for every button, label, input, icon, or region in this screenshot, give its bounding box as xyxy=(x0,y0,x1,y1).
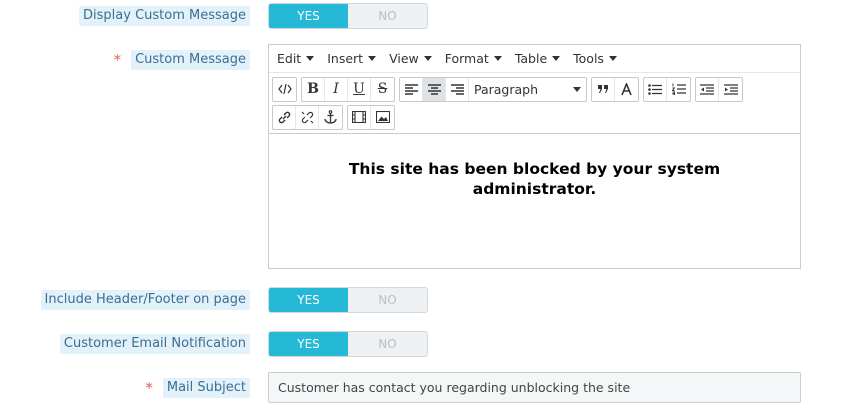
include-header-footer-label-row: Include Header/Footer on page xyxy=(37,290,254,310)
code-icon[interactable] xyxy=(273,78,296,101)
caret-down-icon xyxy=(573,86,581,92)
caret-down-icon xyxy=(493,56,502,61)
display-custom-message-label-row: Display Custom Message xyxy=(75,6,254,26)
display-custom-message-toggle[interactable]: YES NO xyxy=(268,3,428,29)
editor-toolbar: B I U S Paragraph xyxy=(269,73,800,131)
blockquote-icon[interactable] xyxy=(592,77,615,101)
customer-email-notification-label: Customer Email Notification xyxy=(59,334,250,354)
strikethrough-button[interactable]: S xyxy=(371,78,394,101)
editor-content-area[interactable]: This site has been blocked by your syste… xyxy=(269,133,800,268)
customer-email-notification-toggle[interactable]: YES NO xyxy=(268,331,428,357)
align-center-icon[interactable] xyxy=(423,77,446,101)
text-color-icon[interactable] xyxy=(615,78,638,101)
toggle-yes-option[interactable]: YES xyxy=(269,4,348,28)
menu-format[interactable]: Format xyxy=(441,51,506,66)
paragraph-format-value: Paragraph xyxy=(474,81,539,97)
caret-down-icon xyxy=(306,56,315,61)
menu-edit-label: Edit xyxy=(277,51,302,66)
link-icon[interactable] xyxy=(273,105,296,129)
menu-edit[interactable]: Edit xyxy=(273,51,318,66)
menu-insert-label: Insert xyxy=(327,51,364,66)
indent-icon[interactable] xyxy=(719,78,742,101)
caret-down-icon xyxy=(368,56,377,61)
align-right-icon[interactable] xyxy=(446,77,469,101)
toggle-yes-option[interactable]: YES xyxy=(269,288,348,312)
outdent-icon[interactable] xyxy=(696,77,719,101)
required-mark: * xyxy=(113,51,122,69)
mail-subject-label: Mail Subject xyxy=(162,378,250,398)
align-left-icon[interactable] xyxy=(400,77,423,101)
bullet-list-icon[interactable] xyxy=(644,77,667,101)
custom-message-content: This site has been blocked by your syste… xyxy=(348,160,721,198)
menu-table-label: Table xyxy=(514,51,548,66)
rich-text-editor: Edit Insert View Format Table Tools B I … xyxy=(268,44,801,269)
menu-insert[interactable]: Insert xyxy=(323,51,380,66)
display-custom-message-label: Display Custom Message xyxy=(79,6,250,26)
customer-email-notification-label-row: Customer Email Notification xyxy=(56,334,254,354)
image-icon[interactable] xyxy=(371,106,394,129)
toggle-no-option[interactable]: NO xyxy=(348,4,427,28)
caret-down-icon xyxy=(552,56,561,61)
menu-tools-label: Tools xyxy=(573,51,604,66)
bold-button[interactable]: B xyxy=(302,77,325,101)
caret-down-icon xyxy=(423,56,432,61)
toggle-no-option[interactable]: NO xyxy=(348,288,427,312)
unlink-icon[interactable] xyxy=(296,105,319,129)
menu-table[interactable]: Table xyxy=(511,51,564,66)
mail-subject-input[interactable]: Customer has contact you regarding unblo… xyxy=(268,372,801,403)
menu-format-label: Format xyxy=(444,51,489,66)
include-header-footer-toggle[interactable]: YES NO xyxy=(268,287,428,313)
mail-subject-label-row: * Mail Subject xyxy=(141,378,254,398)
required-mark: * xyxy=(145,379,153,397)
paragraph-format-select[interactable]: Paragraph xyxy=(469,78,586,101)
menu-view[interactable]: View xyxy=(385,51,436,66)
menu-tools[interactable]: Tools xyxy=(569,51,621,66)
underline-button[interactable]: U xyxy=(348,77,371,101)
custom-message-label: Custom Message xyxy=(131,50,250,70)
custom-message-label-row: * Custom Message xyxy=(110,50,254,70)
anchor-icon[interactable] xyxy=(319,106,342,129)
italic-button[interactable]: I xyxy=(325,77,348,101)
editor-menubar: Edit Insert View Format Table Tools xyxy=(269,45,800,73)
numbered-list-icon[interactable] xyxy=(667,78,690,101)
toggle-yes-option[interactable]: YES xyxy=(269,332,348,356)
toggle-no-option[interactable]: NO xyxy=(348,332,427,356)
menu-view-label: View xyxy=(389,51,419,66)
include-header-footer-label: Include Header/Footer on page xyxy=(40,290,250,310)
media-icon[interactable] xyxy=(348,105,371,129)
caret-down-icon xyxy=(608,56,617,61)
